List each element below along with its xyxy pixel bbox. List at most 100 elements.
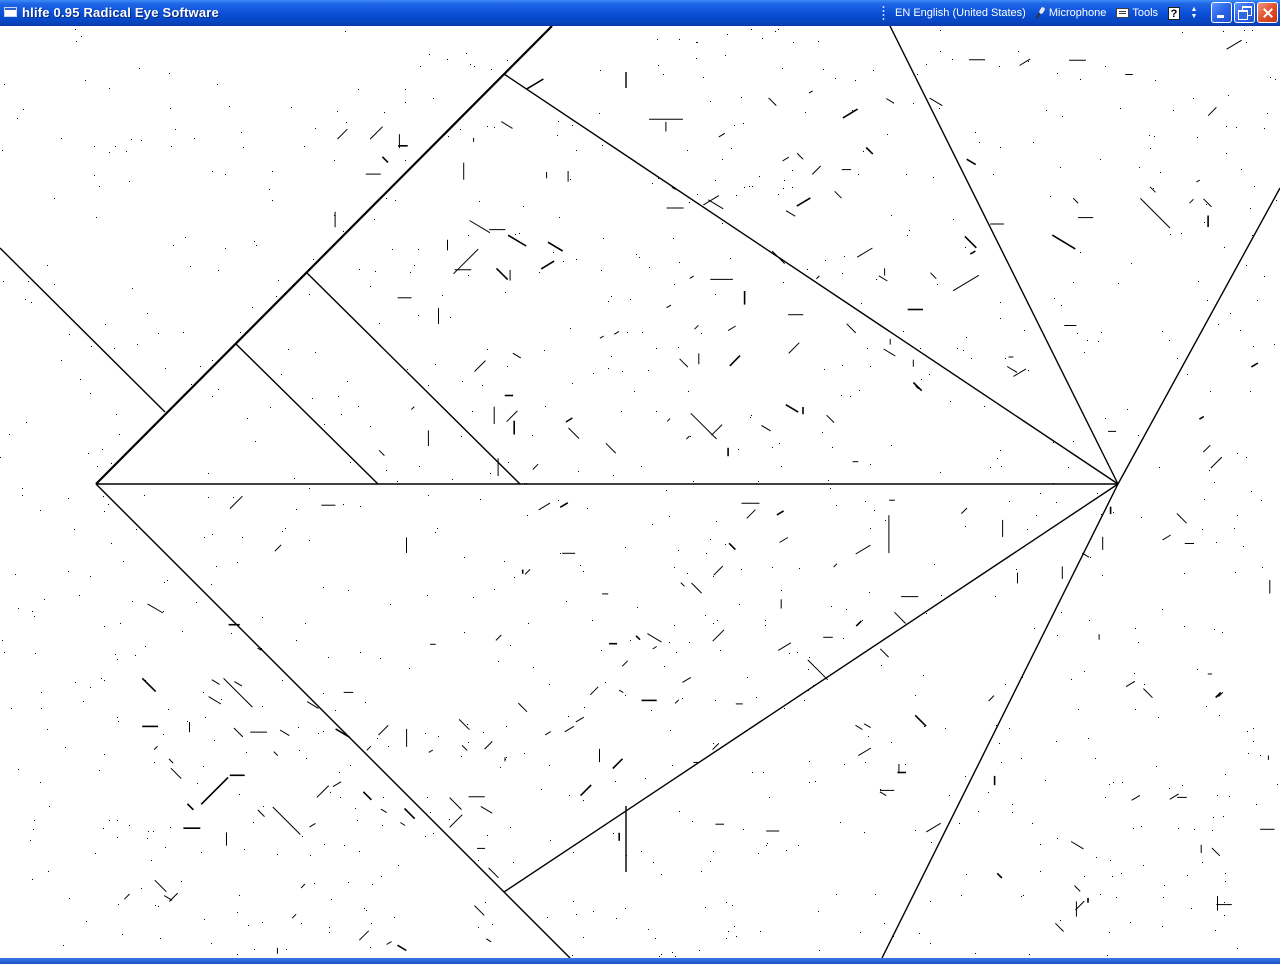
language-indicator[interactable]: EN English (United States) — [895, 7, 1026, 19]
debris-cell — [722, 223, 723, 224]
debris-cell — [153, 831, 154, 832]
debris-cell — [759, 176, 760, 177]
language-bar-options-icon[interactable]: ▲ ▼ — [1190, 6, 1198, 20]
debris-cell — [392, 249, 393, 250]
debris-cell — [563, 261, 564, 262]
debris-cell — [687, 150, 688, 151]
debris-cell — [1216, 542, 1217, 543]
debris-cell — [394, 917, 395, 918]
debris-cell — [344, 845, 345, 846]
debris-dash — [666, 304, 672, 309]
debris-dash — [855, 544, 871, 555]
debris-dash — [711, 424, 723, 436]
debris-dash — [1051, 234, 1076, 250]
debris-cell — [608, 301, 609, 302]
debris-cell — [952, 59, 953, 60]
debris-cell — [1121, 873, 1122, 874]
debris-cell — [679, 811, 680, 812]
debris-cell — [315, 352, 316, 353]
close-button[interactable] — [1257, 2, 1278, 23]
debris-cell — [756, 697, 757, 698]
debris-cell — [996, 725, 997, 726]
debris-cell — [360, 506, 361, 507]
debris-cell — [1241, 169, 1242, 170]
language-bar-grip-icon[interactable] — [882, 5, 885, 21]
debris-cell — [1187, 374, 1188, 375]
life-pattern-canvas[interactable] — [0, 26, 1280, 958]
debris-dash — [397, 944, 407, 952]
debris-cell — [212, 534, 213, 535]
debris-cell — [1021, 896, 1022, 897]
debris-cell — [65, 747, 66, 748]
debris-cell — [815, 781, 816, 782]
debris-cell — [703, 77, 704, 78]
debris-cell — [569, 795, 570, 796]
debris-cell — [573, 852, 574, 853]
debris-dash — [300, 883, 306, 889]
debris-cell — [1097, 493, 1098, 494]
debris-cell — [727, 34, 728, 35]
debris-cell — [611, 296, 612, 297]
debris-dash — [728, 542, 736, 551]
debris-cell — [1226, 126, 1227, 127]
debris-dash — [926, 822, 941, 833]
debris-dash — [727, 325, 736, 332]
debris-cell — [1222, 632, 1223, 633]
debris-cell — [1191, 908, 1192, 909]
debris-cell — [616, 918, 617, 919]
debris-cell — [627, 332, 628, 333]
debris-cell — [939, 108, 940, 109]
app-icon[interactable] — [4, 7, 17, 17]
debris-cell — [689, 642, 690, 643]
debris-cell — [713, 743, 714, 744]
debris-cell — [999, 66, 1000, 67]
debris-cell — [468, 275, 469, 276]
debris-cell — [1217, 795, 1218, 796]
debris-dash — [589, 686, 599, 696]
debris-cell — [410, 272, 411, 273]
minimize-button[interactable] — [1211, 2, 1232, 23]
debris-cell — [1247, 731, 1248, 732]
debris-cell — [831, 606, 832, 607]
debris-cell — [1102, 575, 1103, 576]
debris-cell — [69, 334, 70, 335]
debris-cell — [1155, 80, 1156, 81]
debris-cell — [1009, 501, 1010, 502]
debris-cell — [762, 38, 763, 39]
debris-cell — [688, 391, 689, 392]
debris-dash — [915, 384, 920, 390]
debris-cell — [1160, 172, 1161, 173]
life-pattern-drawing — [0, 26, 1280, 958]
tools-label: Tools — [1132, 7, 1159, 19]
debris-cell — [285, 528, 286, 529]
debris-cell — [231, 633, 232, 634]
microphone-button[interactable]: Microphone — [1036, 7, 1106, 19]
debris-cell — [109, 820, 110, 821]
debris-dash — [708, 199, 724, 210]
debris-cell — [1244, 30, 1245, 31]
debris-cell — [324, 844, 325, 845]
debris-cell — [846, 609, 847, 610]
debris-cell — [526, 483, 527, 484]
debris-cell — [1028, 61, 1029, 62]
debris-dash — [1196, 179, 1201, 183]
debris-cell — [844, 256, 845, 257]
debris-cell — [286, 949, 287, 950]
debris-cell — [243, 147, 244, 148]
debris-cell — [1095, 758, 1096, 759]
debris-cell — [881, 665, 882, 666]
debris-cell — [1270, 77, 1271, 78]
restore-button[interactable] — [1234, 2, 1255, 23]
debris-cell — [765, 625, 766, 626]
debris-dash — [141, 677, 157, 693]
debris-cell — [601, 650, 602, 651]
tools-button[interactable]: Tools — [1116, 7, 1158, 19]
debris-cell — [116, 414, 117, 415]
debris-cell — [1032, 823, 1033, 824]
debris-cell — [1012, 812, 1013, 813]
title-bar[interactable]: hlife 0.95 Radical Eye Software EN Engli… — [0, 0, 1280, 26]
debris-cell — [1122, 782, 1123, 783]
debris-cell — [1127, 409, 1128, 410]
debris-cell — [1224, 902, 1225, 903]
help-icon[interactable]: ? — [1168, 6, 1181, 20]
